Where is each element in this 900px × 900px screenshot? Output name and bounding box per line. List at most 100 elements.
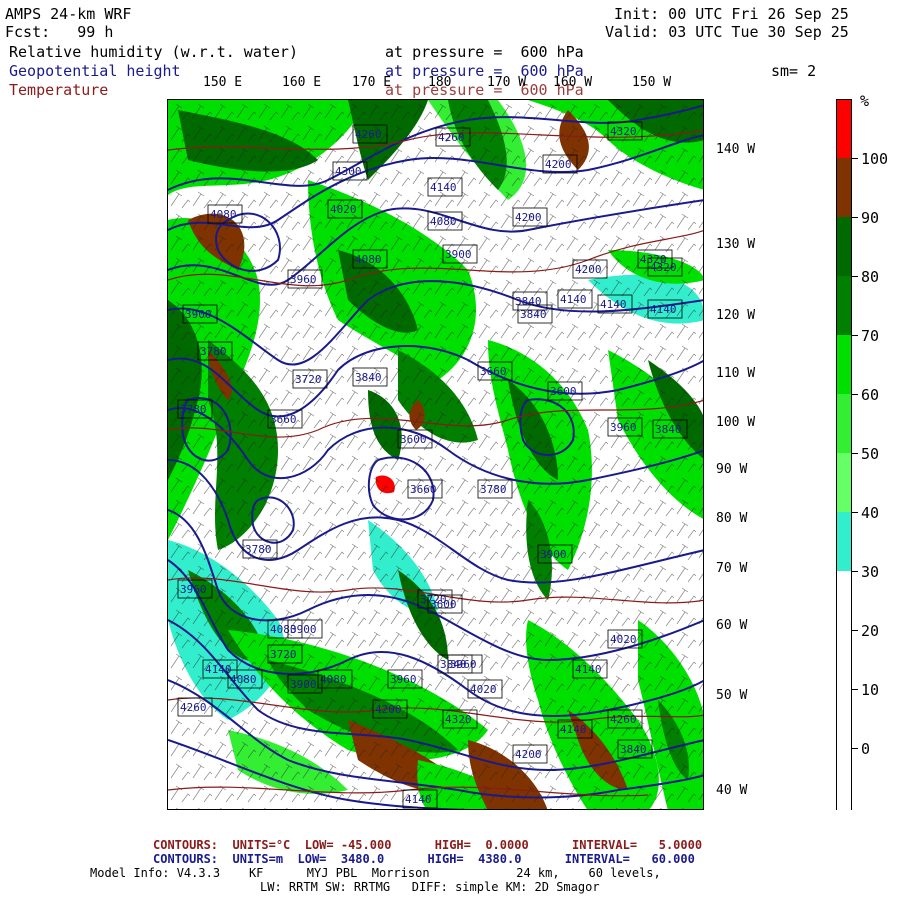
- temperature-contour-info: CONTOURS: UNITS=°C LOW= -45.000 HIGH= 0.…: [153, 838, 703, 852]
- colorbar-tick-label: 60: [861, 386, 880, 404]
- lon-label-right: 100 W: [716, 415, 756, 430]
- height-contour-label: 4080: [210, 208, 237, 221]
- height-contour-label: 3600: [400, 433, 427, 446]
- height-contour-label: 4140: [650, 303, 677, 316]
- colorbar-tick-label: 80: [861, 268, 880, 286]
- height-contour-label: 4200: [545, 158, 572, 171]
- height-contour-label: 3960: [450, 658, 477, 671]
- colorbar-tick-label: 40: [861, 504, 880, 522]
- height-contour-label: 4140: [560, 723, 587, 736]
- colorbar-tick-label: 90: [861, 209, 880, 227]
- colorbar-segment: [837, 100, 851, 158]
- field-temp-name: Temperature: [9, 81, 109, 99]
- colorbar-tick: [852, 335, 858, 336]
- height-contour-label: 4140: [560, 293, 587, 306]
- height-contour-label: 3900: [185, 308, 212, 321]
- colorbar-tick-label: 0: [861, 740, 871, 758]
- height-contour-label: 4200: [375, 703, 402, 716]
- map-panel: 4260 4260 4320 4200 4300 4140 4080 4020 4080 4200…: [167, 99, 704, 810]
- field-height-name: Geopotential height: [9, 62, 181, 80]
- lon-label-top: 180: [428, 75, 452, 90]
- colorbar-tick-label: 30: [861, 563, 880, 581]
- height-contour-label: 3840: [355, 371, 382, 384]
- lon-label-right: 40 W: [716, 783, 748, 798]
- height-contour-info: CONTOURS: UNITS=m LOW= 3480.0 HIGH= 4380…: [153, 852, 695, 866]
- height-contour-label: 4080: [320, 673, 347, 686]
- smoothing-label: sm= 2: [771, 62, 817, 80]
- lon-label-right: 80 W: [716, 511, 748, 526]
- colorbar-unit: %: [860, 92, 870, 110]
- lon-label-top: 160 E: [282, 75, 322, 90]
- height-contour-label: 3780: [200, 345, 227, 358]
- height-contour-label: 4140: [575, 663, 602, 676]
- model-info-line-2: LW: RRTM SW: RRTMG DIFF: simple KM: 2D S…: [260, 880, 600, 894]
- height-contour-label: 3900: [290, 623, 317, 636]
- height-contour-label: 3900: [540, 548, 567, 561]
- height-contour-label: 4080: [430, 215, 457, 228]
- height-contour-label: 3660: [410, 483, 437, 496]
- height-contour-label: 4140: [600, 298, 627, 311]
- colorbar-tick-label: 10: [861, 681, 880, 699]
- model-title: AMPS 24-km WRF: [5, 5, 132, 23]
- height-contour-label: 4140: [430, 181, 457, 194]
- height-contour-label: 3780: [245, 543, 272, 556]
- colorbar-tick-label: 20: [861, 622, 880, 640]
- colorbar-segment: [837, 394, 851, 453]
- height-contour-label: 4320: [445, 713, 472, 726]
- field-rh-level: at pressure = 600 hPa: [385, 43, 584, 61]
- height-contour-label: 4260: [438, 131, 465, 144]
- height-contour-label: 3960: [610, 421, 637, 434]
- colorbar-tick-label: 70: [861, 327, 880, 345]
- lon-label-right: 120 W: [716, 308, 756, 323]
- height-contour-label: 3600: [550, 385, 577, 398]
- lon-label-top: 150 E: [203, 75, 243, 90]
- height-contour-label: 4200: [515, 211, 542, 224]
- colorbar-tick: [852, 748, 858, 749]
- colorbar-tick: [852, 276, 858, 277]
- colorbar-tick-label: 50: [861, 445, 880, 463]
- height-contour-label: 4080: [355, 253, 382, 266]
- height-contour-label: 3840: [515, 295, 542, 308]
- colorbar-segment: [837, 276, 851, 335]
- colorbar-segment: [837, 335, 851, 394]
- height-contour-label: 4260: [180, 701, 207, 714]
- lon-label-top: 150 W: [632, 75, 672, 90]
- height-contour-label: 3600: [430, 598, 457, 611]
- weather-map: 4260 4260 4320 4200 4300 4140 4080 4020 4080 4200…: [168, 100, 703, 809]
- lon-label-right: 90 W: [716, 462, 748, 477]
- field-rh-name: Relative humidity (w.r.t. water): [9, 43, 298, 61]
- colorbar-segment: [837, 453, 851, 512]
- height-contour-label: 4140: [405, 793, 432, 806]
- height-contour-label: 3900: [290, 678, 317, 691]
- height-contour-label: 4260: [355, 128, 382, 141]
- colorbar-tick: [852, 512, 858, 513]
- height-contour-label: 3960: [390, 673, 417, 686]
- colorbar-tick: [852, 630, 858, 631]
- height-contour-label: 3660: [480, 365, 507, 378]
- height-contour-label: 4300: [335, 165, 362, 178]
- height-contour-label: 3840: [655, 423, 682, 436]
- height-contour-label: 4320: [610, 125, 637, 138]
- lon-label-right: 70 W: [716, 561, 748, 576]
- height-contour-label: 4200: [575, 263, 602, 276]
- lon-label-right: 50 W: [716, 688, 748, 703]
- height-contour-label: 3720: [270, 648, 297, 661]
- height-contour-label: 4140: [205, 663, 232, 676]
- colorbar-tick: [852, 453, 858, 454]
- lon-label-right: 140 W: [716, 142, 756, 157]
- height-contour-label: 4260: [610, 713, 637, 726]
- colorbar-tick: [852, 394, 858, 395]
- colorbar: [836, 99, 852, 811]
- colorbar-tick: [852, 571, 858, 572]
- lon-label-right: 60 W: [716, 618, 748, 633]
- height-contour-label: 3840: [620, 743, 647, 756]
- height-contour-label: 4320: [650, 261, 677, 274]
- valid-time: Valid: 03 UTC Tue 30 Sep 25: [605, 23, 849, 41]
- colorbar-tick: [852, 158, 858, 159]
- colorbar-tick: [852, 689, 858, 690]
- height-contour-label: 3900: [445, 248, 472, 261]
- model-info-line-1: Model Info: V4.3.3 KF MYJ PBL Morrison 2…: [90, 866, 661, 880]
- colorbar-segment: [837, 217, 851, 276]
- height-contour-label: 4020: [330, 203, 357, 216]
- lon-label-top: 160 W: [553, 75, 593, 90]
